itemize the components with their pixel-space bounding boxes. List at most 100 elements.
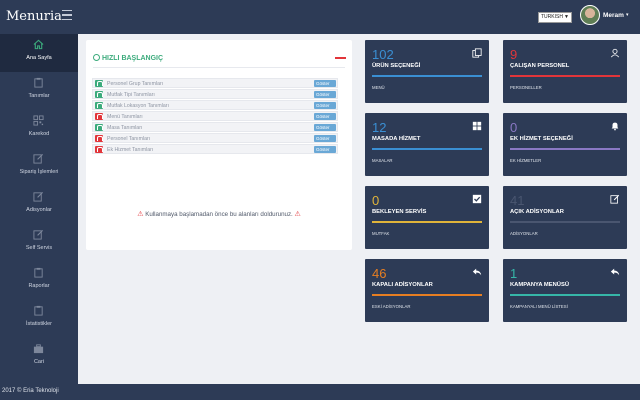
stat-subtitle: EK HİZMETLER [510,158,542,163]
sidebar-item-cari[interactable]: Cari [0,338,78,376]
stat-subtitle: ADİSYONLAR [510,231,538,236]
list-item: Mutfak Lokasyon Tanımları Göster [92,100,338,110]
stat-card-closed-checks[interactable]: 46 KAPALI ADİSYONLAR ESKİ ADİSYONLAR [365,259,489,322]
sidebar-item-label: Adisyonlar [26,207,52,213]
sidebar-item-label: Cari [33,359,45,365]
list-item: Menü Tanımları Göster [92,111,338,121]
sidebar: Ana Sayfa Tanımlar Karekod Sipariş İşlem… [0,34,78,384]
stat-number: 0 [510,120,518,135]
stat-number: 0 [372,193,380,208]
sidebar-item-ana-sayfa[interactable]: Ana Sayfa [0,34,78,72]
stat-title: EK HİZMET SEÇENEĞİ [510,136,573,142]
bell-icon [95,91,103,98]
footer: 2017 © Eria Teknoloji [0,384,640,400]
language-select[interactable]: TURKISH ▼ [538,12,572,23]
stat-card-personnel[interactable]: 9 ÇALIŞAN PERSONEL PERSONELLER [503,40,627,103]
home-icon [33,39,44,50]
language-value: TURKISH [541,14,563,20]
user-icon [610,48,620,58]
list-item: Personel Grup Tanımları Göster [92,78,338,88]
stat-card-menu[interactable]: 102 ÜRÜN SEÇENEĞİ MENÜ [365,40,489,103]
sidebar-item-label: Sipariş İşlemleri [19,169,59,175]
grid-icon [472,121,482,131]
stat-number: 1 [510,266,518,281]
stat-subtitle: MUTFAK [372,231,390,236]
clipboard-icon [34,77,43,88]
stat-card-extra-services[interactable]: 0 EK HİZMET SEÇENEĞİ EK HİZMETLER [503,113,627,176]
briefcase-icon [33,344,44,354]
edit-icon [33,191,44,202]
clipboard-icon [34,267,43,278]
sidebar-item-istatistikler[interactable]: İstatistikler [0,300,78,338]
globe-icon [93,54,100,61]
list-item-label: Personel Tanımları [107,135,151,142]
sidebar-item-karekod[interactable]: Karekod [0,110,78,148]
user-menu-chevron-icon[interactable]: ▾ [626,12,629,18]
stat-subtitle: ESKİ ADİSYONLAR [372,304,411,309]
warning-text: Kullanmaya başlamadan önce bu alanları d… [145,211,293,218]
stat-bar [510,148,620,150]
brand-logo[interactable]: Menuria [6,9,62,24]
list-item-label: Personel Grup Tanımları [107,80,164,87]
avatar[interactable] [580,5,600,25]
show-button[interactable]: Göster [314,80,336,87]
collapse-minus-icon[interactable] [335,57,346,59]
sidebar-item-label: Tanımlar [28,93,50,99]
stat-bar [510,294,620,296]
show-button[interactable]: Göster [314,146,336,153]
sidebar-item-raporlar[interactable]: Raporlar [0,262,78,300]
warning-icon: ⚠ [137,211,144,218]
divider [93,67,345,68]
sidebar-item-self-servis[interactable]: Self Servis [0,224,78,262]
stat-card-kitchen[interactable]: 0 BEKLEYEN SERVİS MUTFAK [365,186,489,249]
copy-icon [472,48,482,58]
stat-number: 9 [510,47,518,62]
sidebar-item-label: Self Servis [25,245,53,251]
list-item-label: Masa Tanımları [107,124,143,131]
sidebar-item-label: Karekod [28,131,50,137]
stat-bar [510,221,620,223]
edit-icon [33,229,44,240]
show-button[interactable]: Göster [314,113,336,120]
sidebar-item-label: Ana Sayfa [26,55,52,61]
stat-number: 46 [372,266,387,281]
reply-icon [472,268,482,276]
show-button[interactable]: Göster [314,135,336,142]
edit-icon [33,153,44,164]
sidebar-item-adisyonlar[interactable]: Adisyonlar [0,186,78,224]
stat-title: KAPALI ADİSYONLAR [372,282,433,288]
stat-card-open-checks[interactable]: 41 AÇIK ADİSYONLAR ADİSYONLAR [503,186,627,249]
stat-title: ÇALIŞAN PERSONEL [510,63,570,69]
list-item-label: Mutfak Lokasyon Tanımları [107,102,169,109]
qrcode-icon [33,115,44,126]
user-name[interactable]: Meram [603,12,624,19]
stat-title: AÇIK ADİSYONLAR [510,209,564,215]
stat-bar [372,221,482,223]
chevron-down-icon: ▼ [564,14,569,20]
bell-icon [95,146,103,153]
stat-subtitle: PERSONELLER [510,85,542,90]
check-icon [472,194,482,204]
sidebar-item-siparis-islemleri[interactable]: Sipariş İşlemleri [0,148,78,186]
stat-title: BEKLEYEN SERVİS [372,209,427,215]
menu-toggle-icon[interactable] [62,10,72,20]
show-button[interactable]: Göster [314,102,336,109]
stat-number: 41 [510,193,525,208]
top-bar: Menuria TURKISH ▼ Meram ▾ [0,0,640,34]
warning-icon: ⚠ [294,211,301,218]
stat-subtitle: MENÜ [372,85,385,90]
list-item-label: Menü Tanımları [107,113,143,120]
stat-bar [510,75,620,77]
show-button[interactable]: Göster [314,91,336,98]
show-button[interactable]: Göster [314,124,336,131]
stat-card-campaign[interactable]: 1 KAMPANYA MENÜSÜ KAMPANYALI MENÜ LİSTES… [503,259,627,322]
stat-subtitle: KAMPANYALI MENÜ LİSTESİ [510,304,568,309]
bell-icon [611,122,619,131]
clipboard-icon [34,305,43,316]
list-item-label: Mutfak Tipi Tanımları [107,91,155,98]
stat-subtitle: MASALAR [372,158,393,163]
sidebar-item-label: Raporlar [28,283,50,289]
stat-card-tables[interactable]: 12 MASADA HİZMET MASALAR [365,113,489,176]
bell-icon [95,102,103,109]
sidebar-item-tanimlar[interactable]: Tanımlar [0,72,78,110]
